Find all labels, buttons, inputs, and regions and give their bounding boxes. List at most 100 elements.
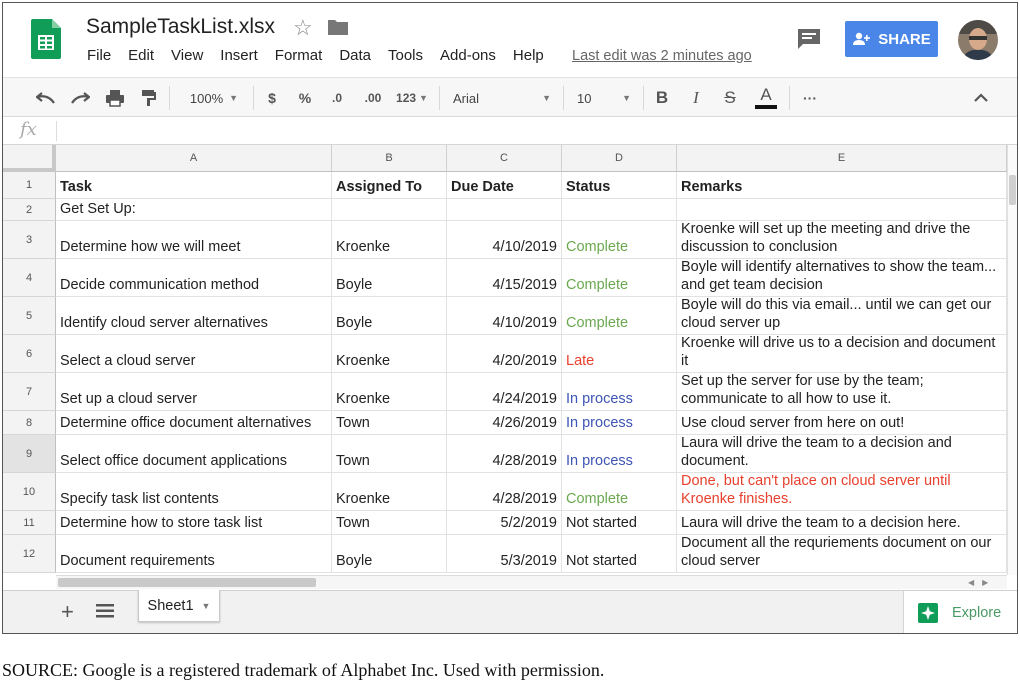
- cell-a4[interactable]: Decide communication method: [56, 259, 332, 297]
- menu-tools[interactable]: Tools: [388, 47, 423, 64]
- row-header-10[interactable]: 10: [3, 473, 56, 511]
- cell-e1[interactable]: Remarks: [677, 172, 1007, 199]
- cell-b7[interactable]: Kroenke: [332, 373, 447, 411]
- cell-a3[interactable]: Determine how we will meet: [56, 221, 332, 259]
- strikethrough-button[interactable]: S: [719, 78, 741, 118]
- cell-c5[interactable]: 4/10/2019: [447, 297, 562, 335]
- cell-c2[interactable]: [447, 199, 562, 221]
- cell-c6[interactable]: 4/20/2019: [447, 335, 562, 373]
- currency-button[interactable]: $: [261, 78, 283, 118]
- vertical-scroll-thumb[interactable]: [1009, 175, 1016, 205]
- row-header-9[interactable]: 9: [3, 435, 56, 473]
- scroll-left-icon[interactable]: ◀: [968, 578, 974, 587]
- scroll-right-icon[interactable]: ▶: [982, 578, 988, 587]
- cell-a12[interactable]: Document requirements: [56, 535, 332, 573]
- row-header-5[interactable]: 5: [3, 297, 56, 335]
- row-header-6[interactable]: 6: [3, 335, 56, 373]
- menu-insert[interactable]: Insert: [220, 47, 258, 64]
- row-header-11[interactable]: 11: [3, 511, 56, 535]
- menu-view[interactable]: View: [171, 47, 203, 64]
- cell-d1[interactable]: Status: [562, 172, 677, 199]
- cell-a1[interactable]: Task: [56, 172, 332, 199]
- cell-a2[interactable]: Get Set Up:: [56, 199, 332, 221]
- cell-a9[interactable]: Select office document applications: [56, 435, 332, 473]
- select-all-corner[interactable]: [3, 145, 56, 172]
- document-title[interactable]: SampleTaskList.xlsx: [86, 15, 275, 39]
- more-button[interactable]: ···: [797, 78, 823, 118]
- cell-d9[interactable]: In process: [562, 435, 677, 473]
- user-avatar[interactable]: [958, 20, 998, 60]
- cell-d2[interactable]: [562, 199, 677, 221]
- column-header-a[interactable]: A: [56, 145, 332, 172]
- undo-icon[interactable]: [33, 78, 59, 118]
- row-header-1[interactable]: 1: [3, 172, 56, 199]
- cell-c3[interactable]: 4/10/2019: [447, 221, 562, 259]
- menu-addons[interactable]: Add-ons: [440, 47, 496, 64]
- row-header-12[interactable]: 12: [3, 535, 56, 573]
- cell-e4[interactable]: Boyle will identify alternatives to show…: [677, 259, 1007, 297]
- font-select[interactable]: Arial ▼: [449, 78, 555, 118]
- cell-d7[interactable]: In process: [562, 373, 677, 411]
- collapse-chevron-icon[interactable]: [968, 78, 994, 118]
- menu-help[interactable]: Help: [513, 47, 544, 64]
- cell-e8[interactable]: Use cloud server from here on out!: [677, 411, 1007, 435]
- increase-decimals-button[interactable]: .00: [358, 78, 388, 118]
- last-edit-link[interactable]: Last edit was 2 minutes ago: [572, 48, 752, 64]
- cell-d11[interactable]: Not started: [562, 511, 677, 535]
- text-color-button[interactable]: A: [753, 78, 779, 118]
- cell-a7[interactable]: Set up a cloud server: [56, 373, 332, 411]
- add-sheet-button[interactable]: +: [61, 599, 74, 625]
- cell-e12[interactable]: Document all the requriements document o…: [677, 535, 1007, 573]
- cell-e3[interactable]: Kroenke will set up the meeting and driv…: [677, 221, 1007, 259]
- cell-b8[interactable]: Town: [332, 411, 447, 435]
- menu-file[interactable]: File: [87, 47, 111, 64]
- cell-b1[interactable]: Assigned To: [332, 172, 447, 199]
- decrease-decimals-button[interactable]: .0: [325, 78, 349, 118]
- more-formats-button[interactable]: 123 ▼: [393, 78, 431, 118]
- font-size-select[interactable]: 10 ▼: [573, 78, 635, 118]
- cell-d12[interactable]: Not started: [562, 535, 677, 573]
- cell-b11[interactable]: Town: [332, 511, 447, 535]
- row-header-2[interactable]: 2: [3, 199, 56, 221]
- chevron-down-icon[interactable]: ▼: [202, 601, 211, 611]
- cell-d10[interactable]: Complete: [562, 473, 677, 511]
- sheets-logo-icon[interactable]: [31, 19, 61, 59]
- cell-b9[interactable]: Town: [332, 435, 447, 473]
- cell-b2[interactable]: [332, 199, 447, 221]
- cell-c11[interactable]: 5/2/2019: [447, 511, 562, 535]
- cell-b5[interactable]: Boyle: [332, 297, 447, 335]
- cell-a10[interactable]: Specify task list contents: [56, 473, 332, 511]
- cell-a8[interactable]: Determine office document alternatives: [56, 411, 332, 435]
- cell-a6[interactable]: Select a cloud server: [56, 335, 332, 373]
- menu-format[interactable]: Format: [275, 47, 323, 64]
- menu-edit[interactable]: Edit: [128, 47, 154, 64]
- cell-b10[interactable]: Kroenke: [332, 473, 447, 511]
- cell-c7[interactable]: 4/24/2019: [447, 373, 562, 411]
- all-sheets-list-icon[interactable]: [96, 603, 114, 619]
- cell-a11[interactable]: Determine how to store task list: [56, 511, 332, 535]
- cell-b6[interactable]: Kroenke: [332, 335, 447, 373]
- cell-b3[interactable]: Kroenke: [332, 221, 447, 259]
- cell-e7[interactable]: Set up the server for use by the team; c…: [677, 373, 1007, 411]
- cell-e6[interactable]: Kroenke will drive us to a decision and …: [677, 335, 1007, 373]
- cell-b12[interactable]: Boyle: [332, 535, 447, 573]
- sheet-tab-sheet1[interactable]: Sheet1 ▼: [138, 590, 220, 622]
- cell-c9[interactable]: 4/28/2019: [447, 435, 562, 473]
- cell-d4[interactable]: Complete: [562, 259, 677, 297]
- column-header-c[interactable]: C: [447, 145, 562, 172]
- cell-d6[interactable]: Late: [562, 335, 677, 373]
- formula-input[interactable]: [63, 119, 1003, 141]
- horizontal-scroll-thumb[interactable]: [58, 578, 316, 587]
- cell-e11[interactable]: Laura will drive the team to a decision …: [677, 511, 1007, 535]
- cell-c4[interactable]: 4/15/2019: [447, 259, 562, 297]
- cell-d8[interactable]: In process: [562, 411, 677, 435]
- print-icon[interactable]: [102, 78, 128, 118]
- row-header-8[interactable]: 8: [3, 411, 56, 435]
- paint-format-icon[interactable]: [136, 78, 162, 118]
- cell-c1[interactable]: Due Date: [447, 172, 562, 199]
- italic-button[interactable]: I: [685, 78, 707, 118]
- share-button[interactable]: SHARE: [845, 21, 938, 57]
- cell-d3[interactable]: Complete: [562, 221, 677, 259]
- row-header-7[interactable]: 7: [3, 373, 56, 411]
- cell-e10[interactable]: Done, but can't place on cloud server un…: [677, 473, 1007, 511]
